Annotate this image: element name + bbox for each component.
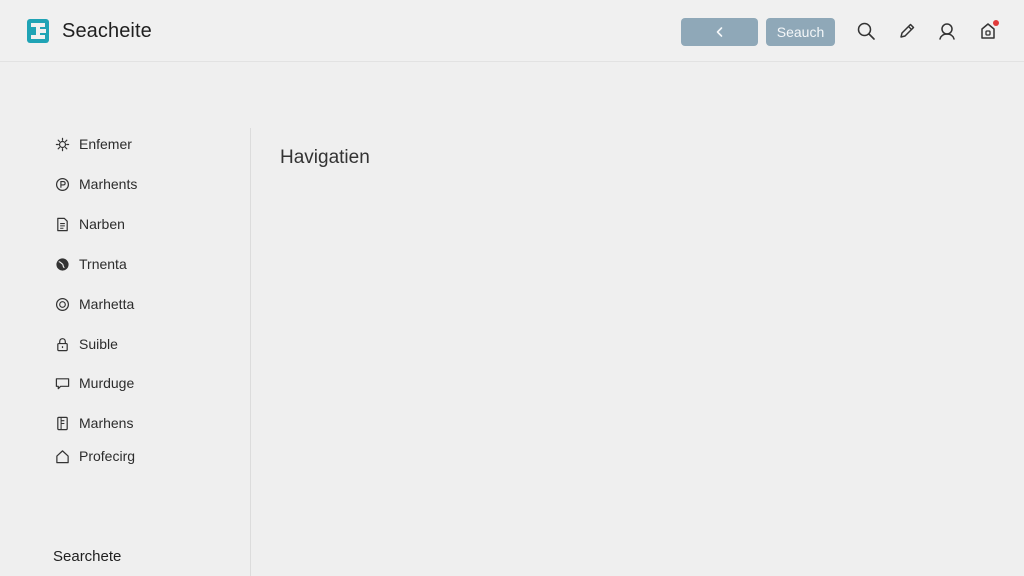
document-icon: [54, 216, 70, 232]
sidebar-item-marhents[interactable]: Marhents: [54, 173, 137, 195]
brand-name: Seacheite: [62, 19, 152, 42]
sidebar: Enfemer Marhents Narben Trnenta Marhetta…: [0, 62, 250, 576]
target-icon: [54, 296, 70, 312]
brand[interactable]: Seacheite: [26, 18, 152, 44]
brand-logo-icon: [27, 19, 49, 43]
lock-icon: [54, 336, 70, 352]
sidebar-item-murduge[interactable]: Murduge: [54, 372, 134, 394]
edit-icon-button[interactable]: [896, 20, 918, 42]
home-icon: [54, 448, 70, 464]
sidebar-item-label: Marhens: [79, 415, 134, 431]
sidebar-item-label: Profecirg: [79, 448, 136, 464]
message-icon: [54, 375, 70, 391]
page-title: Havigatien: [280, 147, 370, 168]
sidebar-item-trnenta[interactable]: Trnenta: [54, 253, 127, 275]
app-window: Seacheite Seauch Enfemer Marhents Narben…: [0, 0, 1024, 576]
notification-badge: [993, 20, 999, 26]
top-header: Seacheite Seauch: [0, 0, 1024, 62]
sidebar-item-profecirg[interactable]: Profecirg: [54, 445, 135, 467]
sidebar-item-label: Enfemer: [79, 136, 132, 152]
sidebar-item-label: Suible: [79, 336, 118, 352]
file-icon: [54, 415, 70, 431]
search-icon-button[interactable]: [855, 20, 877, 42]
notification-icon-button[interactable]: [977, 20, 999, 42]
sidebar-item-label: Trnenta: [79, 256, 127, 272]
user-icon: [939, 23, 955, 40]
pencil-icon: [900, 23, 915, 38]
sidebar-item-label: Marhents: [79, 176, 138, 192]
sidebar-divider: [250, 128, 251, 576]
sidebar-item-suible[interactable]: Suible: [54, 333, 118, 355]
sidebar-footer-label[interactable]: Searchete: [53, 548, 121, 565]
sidebar-item-label: Narben: [79, 216, 125, 232]
chevron-left-icon: [716, 27, 722, 37]
sidebar-item-enfemer[interactable]: Enfemer: [54, 133, 132, 155]
globe-icon: [54, 256, 70, 272]
profile-icon-button[interactable]: [936, 20, 958, 42]
gear-icon: [54, 136, 70, 152]
search-button[interactable]: Seauch: [766, 18, 835, 46]
coin-icon: [54, 176, 70, 192]
sidebar-item-label: Marhetta: [79, 296, 135, 312]
sidebar-item-label: Murduge: [79, 375, 135, 391]
sidebar-item-marhens[interactable]: Marhens: [54, 412, 133, 434]
back-button[interactable]: [681, 18, 758, 46]
sidebar-item-narben[interactable]: Narben: [54, 213, 125, 235]
sidebar-item-marhetta[interactable]: Marhetta: [54, 293, 134, 315]
search-icon: [857, 22, 875, 40]
